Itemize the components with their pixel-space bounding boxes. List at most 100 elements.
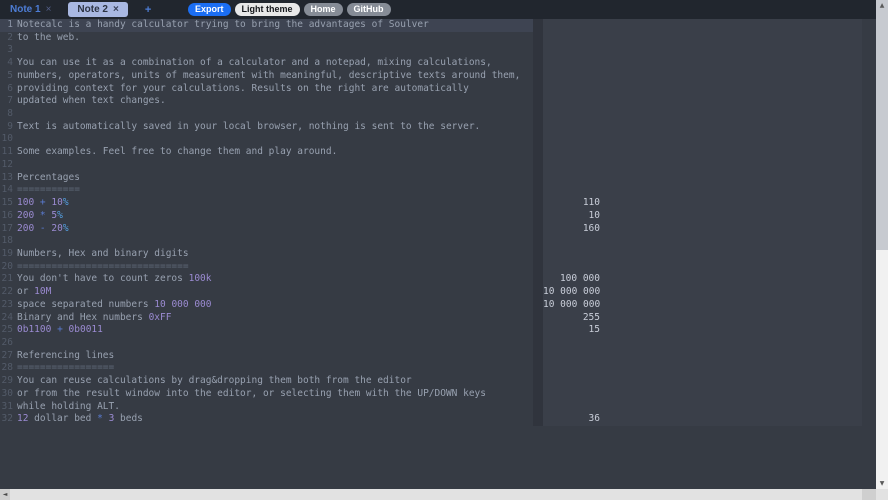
editor-line[interactable]: 5 numbers, operators, units of measuremen… — [0, 70, 533, 83]
code-text: You don't have to count zeros 100k — [17, 273, 212, 285]
vertical-scrollbar[interactable]: ▲ ▼ — [876, 0, 888, 489]
code-text: Notecalc is a handy calculator trying to… — [17, 19, 429, 30]
result-value[interactable]: 10 — [543, 210, 600, 223]
result-value — [543, 44, 600, 57]
editor-line[interactable]: 8 — [0, 108, 533, 121]
horizontal-scrollbar-thumb[interactable] — [10, 489, 862, 500]
line-number: 10 — [1, 133, 13, 145]
editor-line[interactable]: 17 200 - 20% — [0, 223, 533, 236]
editor-line[interactable]: 2 to the web. — [0, 32, 533, 45]
editor-line[interactable]: 19 Numbers, Hex and binary digits — [0, 248, 533, 261]
result-value — [543, 184, 600, 197]
result-value — [543, 121, 600, 134]
line-number: 4 — [7, 57, 13, 69]
editor-line[interactable]: 32 12 dollar bed * 3 beds — [0, 413, 533, 426]
horizontal-scrollbar[interactable]: ◄ — [0, 489, 876, 500]
code-text: Text is automatically saved in your loca… — [17, 120, 481, 132]
editor-line[interactable]: 24 Binary and Hex numbers 0xFF — [0, 312, 533, 325]
editor-line[interactable]: 13 Percentages — [0, 172, 533, 185]
result-value[interactable]: 110 — [543, 197, 600, 210]
tab-label: Note 1 — [10, 4, 41, 15]
editor-line[interactable]: 12 — [0, 159, 533, 172]
result-value — [543, 375, 600, 388]
line-number: 19 — [1, 247, 13, 259]
result-value — [543, 172, 600, 185]
editor-line[interactable]: 29 You can reuse calculations by drag&dro… — [0, 375, 533, 388]
code-text: updated when text changes. — [17, 95, 166, 107]
line-number: 20 — [1, 260, 13, 272]
line-number: 2 — [7, 31, 13, 43]
editor-line[interactable]: 27 Referencing lines — [0, 350, 533, 363]
line-number: 18 — [1, 235, 13, 247]
result-value[interactable]: 100 000 — [543, 273, 600, 286]
line-number: 17 — [1, 222, 13, 234]
github-button[interactable]: GitHub — [346, 3, 391, 16]
result-value[interactable]: 255 — [543, 312, 600, 325]
code-text: 200 - 20% — [17, 222, 69, 234]
editor-line[interactable]: 9 Text is automatically saved in your loc… — [0, 121, 533, 134]
line-number: 28 — [1, 362, 13, 374]
vertical-scrollbar-thumb[interactable] — [876, 11, 888, 250]
close-icon[interactable]: × — [113, 4, 119, 15]
editor-line[interactable]: 7 updated when text changes. — [0, 95, 533, 108]
result-value[interactable]: 15 — [543, 324, 600, 337]
result-value — [543, 388, 600, 401]
editor-line[interactable]: 23 space separated numbers 10 000 000 — [0, 299, 533, 312]
editor-lines[interactable]: 1 Notecalc is a handy calculator trying t… — [0, 19, 533, 426]
code-text: while holding ALT. — [17, 400, 120, 412]
editor-line[interactable]: 21 You don't have to count zeros 100k — [0, 273, 533, 286]
editor-line[interactable]: 30 or from the result window into the edi… — [0, 388, 533, 401]
editor-line[interactable]: 4 You can use it as a combination of a ca… — [0, 57, 533, 70]
editor-line[interactable]: 14 =========== — [0, 184, 533, 197]
new-tab-button[interactable]: + — [145, 4, 151, 16]
tab-note-1[interactable]: Note 1 × — [10, 4, 51, 15]
code-text: numbers, operators, units of measurement… — [17, 69, 521, 81]
home-button[interactable]: Home — [303, 3, 343, 16]
scroll-left-icon[interactable]: ◄ — [0, 489, 10, 500]
scrollbar-corner — [876, 489, 888, 500]
code-text: space separated numbers 10 000 000 — [17, 298, 212, 310]
light-theme-button[interactable]: Light theme — [234, 3, 300, 16]
tab-label: Note 2 — [77, 4, 108, 15]
editor-line[interactable]: 10 — [0, 133, 533, 146]
editor-line[interactable]: 15 100 + 10% — [0, 197, 533, 210]
editor-line[interactable]: 20 ============================== — [0, 261, 533, 274]
line-number: 5 — [7, 69, 13, 81]
editor-line[interactable]: 6 providing context for your calculations… — [0, 83, 533, 96]
result-value — [543, 108, 600, 121]
editor-line[interactable]: 25 0b1100 + 0b0011 — [0, 324, 533, 337]
code-text: to the web. — [17, 31, 80, 43]
line-number: 11 — [1, 146, 13, 158]
result-value — [543, 401, 600, 414]
line-number: 22 — [1, 286, 13, 298]
tab-note-2[interactable]: Note 2 × — [68, 2, 128, 17]
editor-line[interactable]: 28 ================= — [0, 362, 533, 375]
editor-line[interactable]: 3 — [0, 44, 533, 57]
result-value[interactable]: 36 — [543, 413, 600, 426]
result-value[interactable]: 10 000 000 — [543, 299, 600, 312]
editor-line[interactable]: 22 or 10M — [0, 286, 533, 299]
result-value — [543, 19, 600, 32]
editor-line[interactable]: 18 — [0, 235, 533, 248]
line-number: 12 — [1, 158, 13, 170]
code-text: You can use it as a combination of a cal… — [17, 57, 492, 69]
result-value — [543, 95, 600, 108]
line-number: 32 — [1, 413, 13, 425]
code-text: =========== — [17, 184, 80, 196]
line-number: 7 — [7, 95, 13, 107]
editor-line[interactable]: 11 Some examples. Feel free to change the… — [0, 146, 533, 159]
editor-line[interactable]: 1 Notecalc is a handy calculator trying t… — [0, 19, 533, 32]
result-value — [543, 261, 600, 274]
line-number: 14 — [1, 184, 13, 196]
editor-line[interactable]: 26 — [0, 337, 533, 350]
result-value[interactable]: 10 000 000 — [543, 286, 600, 299]
result-value[interactable]: 160 — [543, 223, 600, 236]
scroll-down-icon[interactable]: ▼ — [876, 478, 888, 489]
close-icon[interactable]: × — [46, 4, 52, 15]
export-button[interactable]: Export — [188, 3, 231, 16]
scroll-up-icon[interactable]: ▲ — [876, 0, 888, 11]
editor-line[interactable]: 16 200 * 5% — [0, 210, 533, 223]
editor-line[interactable]: 31 while holding ALT. — [0, 401, 533, 414]
code-text: Numbers, Hex and binary digits — [17, 247, 189, 259]
